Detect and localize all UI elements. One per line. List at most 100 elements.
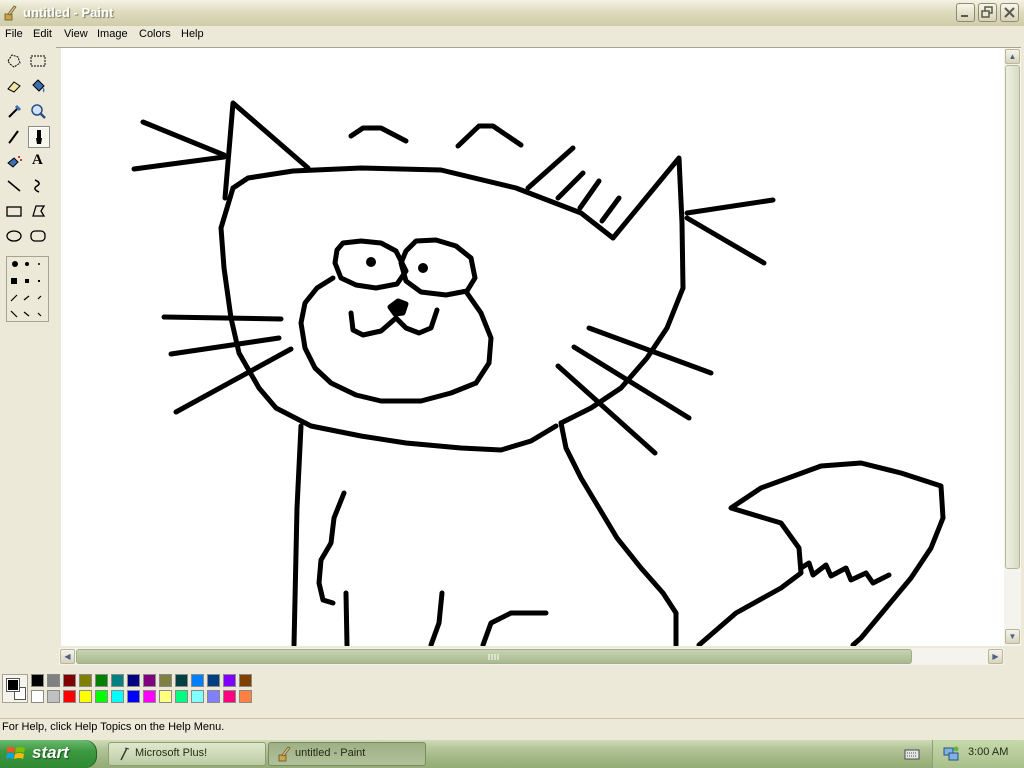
fur-stroke [599,195,622,224]
color-swatch[interactable] [175,674,188,687]
select-tool[interactable] [28,51,50,73]
color-swatch[interactable] [239,690,252,703]
color-swatch[interactable] [159,674,172,687]
brush-square-small-option[interactable] [38,280,40,282]
pencil-tool[interactable] [4,126,26,148]
eraser-tool[interactable] [4,76,26,98]
brush-tool[interactable] [28,126,50,148]
rectangle-icon [6,206,22,217]
line-tool[interactable] [4,176,26,198]
title-bar[interactable] [0,0,1024,27]
color-swatch[interactable] [47,690,60,703]
menu-view[interactable]: View [64,28,88,40]
menu-help[interactable]: Help [181,28,204,40]
eyebrow-stroke [348,125,409,144]
color-swatch[interactable] [47,674,60,687]
color-swatch[interactable] [111,690,124,703]
brush-round-medium-option[interactable] [25,262,29,266]
right-pupil [418,263,428,273]
tail-tip-stroke [798,560,892,586]
color-swatch[interactable] [31,674,44,687]
paint-icon [278,746,291,762]
color-swatch[interactable] [191,690,204,703]
brush-square-large-option[interactable] [11,278,17,284]
color-swatch[interactable] [239,674,252,687]
horizontal-scroll-thumb[interactable] [76,649,912,664]
color-swatch[interactable] [207,674,220,687]
text-tool[interactable]: A [28,151,50,173]
brush-slash-large-option[interactable] [10,294,18,302]
color-swatch[interactable] [79,690,92,703]
color-swatch[interactable] [31,690,44,703]
brush-round-large-option[interactable] [12,261,18,267]
rectangle-tool[interactable] [4,201,26,223]
snout-stroke [298,275,494,404]
whisker-stroke [684,197,776,216]
color-swatch[interactable] [223,674,236,687]
network-icon[interactable] [942,745,960,763]
brush-backslash-large-option[interactable] [10,310,18,318]
leg-stroke [428,590,445,648]
brush-backslash-small-option[interactable] [37,312,42,317]
rounded-rectangle-tool[interactable] [28,226,50,248]
color-swatch[interactable] [79,674,92,687]
pick-color-tool[interactable] [4,101,26,123]
taskbar-button-microsoft-plus[interactable]: Microsoft Plus! [108,742,266,766]
menu-edit[interactable]: Edit [33,28,52,40]
horizontal-scrollbar[interactable]: ◀ ▶ [59,648,1004,665]
airbrush-tool[interactable] [4,151,26,173]
menu-image[interactable]: Image [97,28,128,40]
color-swatch[interactable] [207,690,220,703]
drawing-canvas[interactable] [61,48,1004,648]
color-swatch[interactable] [143,690,156,703]
magnifier-tool[interactable] [28,101,50,123]
color-swatch[interactable] [191,674,204,687]
whisker-stroke [168,335,282,357]
close-icon [1004,7,1015,18]
eyebrow-stroke [455,123,524,149]
vertical-scroll-thumb[interactable] [1005,65,1020,569]
color-swatch[interactable] [95,690,108,703]
scroll-left-button[interactable]: ◀ [60,649,75,664]
minimize-icon [961,15,968,17]
color-swatch[interactable] [111,674,124,687]
polygon-tool[interactable] [28,201,50,223]
chevron-down-icon: ▼ [1008,632,1017,641]
maximize-button[interactable] [978,3,997,22]
color-swatch[interactable] [175,690,188,703]
scroll-down-button[interactable]: ▼ [1005,629,1020,644]
free-form-select-tool[interactable] [4,51,26,73]
fill-tool[interactable] [28,76,50,98]
brush-slash-medium-option[interactable] [23,295,30,301]
color-swatch[interactable] [127,690,140,703]
brush-round-small-option[interactable] [38,263,40,265]
head-top-stroke [230,165,616,241]
left-pupil [366,257,376,267]
menu-colors[interactable]: Colors [139,28,171,40]
taskbar-button-label: untitled - Paint [295,747,366,759]
fur-stroke [525,145,576,191]
scroll-up-button[interactable]: ▲ [1005,49,1020,64]
color-swatch[interactable] [63,674,76,687]
color-swatch[interactable] [159,690,172,703]
color-swatch[interactable] [95,674,108,687]
brush-square-medium-option[interactable] [25,279,29,283]
curve-tool[interactable] [28,176,50,198]
color-swatch[interactable] [127,674,140,687]
vertical-scrollbar[interactable]: ▲ ▼ [1004,48,1021,646]
nose-stroke [387,298,409,317]
scroll-right-button[interactable]: ▶ [988,649,1003,664]
chevron-left-icon: ◀ [64,652,71,661]
color-swatch[interactable] [63,690,76,703]
taskbar-button-paint[interactable]: untitled - Paint [268,742,426,766]
ellipse-tool[interactable] [4,226,26,248]
brush-slash-small-option[interactable] [37,295,42,300]
close-button[interactable] [1000,3,1019,22]
keyboard-icon[interactable] [904,746,920,762]
menu-file[interactable]: File [5,28,23,40]
color-swatch[interactable] [143,674,156,687]
eraser-icon [7,81,21,93]
color-swatch[interactable] [223,690,236,703]
brush-backslash-medium-option[interactable] [23,311,30,317]
minimize-button[interactable] [956,3,975,22]
